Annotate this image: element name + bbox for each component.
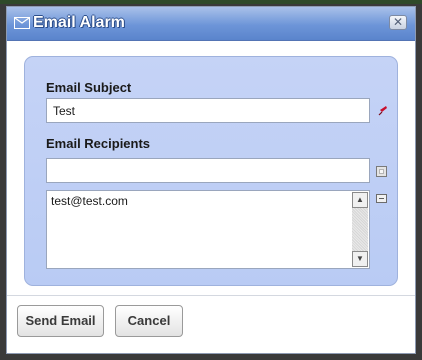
email-subject-input[interactable] (46, 98, 370, 123)
remove-recipient-icon[interactable] (376, 194, 387, 203)
close-icon[interactable]: ✕ (389, 15, 407, 30)
email-recipients-label: Email Recipients (46, 136, 151, 151)
recipient-input[interactable] (46, 158, 370, 183)
scroll-up-icon[interactable]: ▲ (352, 192, 368, 208)
title-bar[interactable]: Email Alarm ✕ (7, 7, 415, 41)
background-strip (0, 0, 422, 4)
button-divider (7, 295, 415, 296)
dialog-title: Email Alarm (33, 14, 125, 31)
send-email-button[interactable]: Send Email (17, 305, 104, 337)
list-item[interactable]: test@test.com (51, 194, 128, 208)
envelope-icon (14, 17, 30, 29)
add-recipient-icon[interactable] (376, 166, 387, 177)
cancel-button[interactable]: Cancel (115, 305, 183, 337)
email-form-panel: Email Subject Email Recipients test@test… (24, 56, 398, 286)
required-pin-icon (377, 103, 389, 121)
email-subject-label: Email Subject (46, 80, 132, 95)
scroll-down-icon[interactable]: ▼ (352, 251, 368, 267)
recipients-list[interactable]: test@test.com ▲ ▼ (46, 190, 370, 269)
recipients-scrollbar[interactable]: ▲ ▼ (352, 192, 368, 267)
email-alarm-dialog: Email Alarm ✕ Email Subject Email Recipi… (6, 6, 416, 354)
